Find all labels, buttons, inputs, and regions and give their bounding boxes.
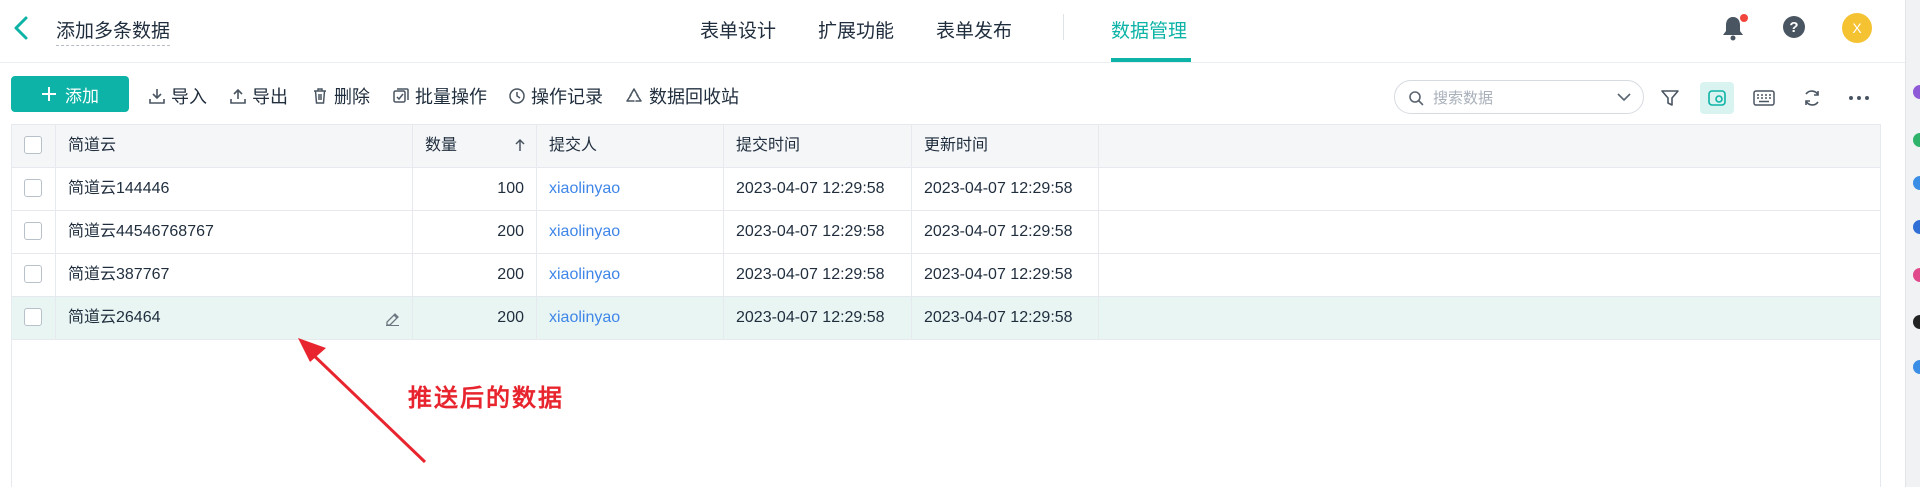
add-button-label: 添加 xyxy=(65,86,99,106)
row-select-cell xyxy=(12,254,56,296)
cell-submitter[interactable]: xiaolinyao xyxy=(537,254,724,296)
table-header-row: 简道云 数量 提交人 提交时间 更新时间 xyxy=(12,125,1880,168)
side-app-icon[interactable] xyxy=(1913,268,1920,282)
export-label: 导出 xyxy=(252,87,288,107)
cell-submit-time: 2023-04-07 12:29:58 xyxy=(724,211,912,253)
recycle-bin-label: 数据回收站 xyxy=(649,87,739,107)
side-app-icon[interactable] xyxy=(1913,220,1920,234)
batch-operation-button[interactable]: 批量操作 xyxy=(392,84,487,108)
row-select-cell xyxy=(12,297,56,339)
side-app-icon[interactable] xyxy=(1913,133,1920,147)
recycle-icon xyxy=(626,88,642,102)
cell-update-time: 2023-04-07 12:29:58 xyxy=(912,254,1099,296)
chevron-down-icon[interactable] xyxy=(1617,92,1631,102)
filter-icon[interactable] xyxy=(1653,82,1687,114)
delete-label: 删除 xyxy=(334,87,370,107)
row-checkbox[interactable] xyxy=(24,222,42,240)
cell-submitter[interactable]: xiaolinyao xyxy=(537,297,724,339)
tab-form-design[interactable]: 表单设计 xyxy=(700,16,776,43)
sort-ascending-icon[interactable] xyxy=(514,138,526,152)
back-button[interactable] xyxy=(8,12,36,44)
cell-qty[interactable]: 200 xyxy=(413,254,537,296)
plus-icon xyxy=(42,87,56,101)
tab-extensions[interactable]: 扩展功能 xyxy=(818,16,894,43)
batch-edit-icon xyxy=(393,88,409,103)
cell-qty[interactable]: 200 xyxy=(413,211,537,253)
row-select-cell xyxy=(12,211,56,253)
table-row[interactable]: 简道云44546768767 200 xiaolinyao 2023-04-07… xyxy=(12,211,1880,254)
card-view-icon[interactable] xyxy=(1700,82,1734,114)
column-header-qty-label: 数量 xyxy=(425,137,458,154)
cell-name[interactable]: 简道云144446 xyxy=(56,168,413,210)
cell-update-time: 2023-04-07 12:29:58 xyxy=(912,297,1099,339)
search-icon xyxy=(1409,91,1424,106)
refresh-icon[interactable] xyxy=(1795,82,1829,114)
search-box[interactable] xyxy=(1394,80,1644,114)
operation-log-label: 操作记录 xyxy=(531,87,603,107)
column-header-submit-time[interactable]: 提交时间 xyxy=(724,125,912,167)
column-header-qty[interactable]: 数量 xyxy=(413,125,537,167)
clock-icon xyxy=(509,88,525,104)
operation-log-button[interactable]: 操作记录 xyxy=(508,84,603,108)
select-all-checkbox[interactable] xyxy=(24,136,42,154)
row-checkbox[interactable] xyxy=(24,308,42,326)
download-icon xyxy=(149,89,165,104)
select-all-cell xyxy=(12,125,56,167)
trash-icon xyxy=(314,88,326,104)
delete-button[interactable]: 删除 xyxy=(311,84,370,108)
keyboard-icon[interactable] xyxy=(1747,82,1781,114)
row-checkbox[interactable] xyxy=(24,179,42,197)
tab-data-management[interactable]: 数据管理 xyxy=(1111,16,1187,43)
side-app-icon[interactable] xyxy=(1913,360,1920,374)
chevron-left-icon xyxy=(14,16,28,40)
cell-qty[interactable]: 200 xyxy=(413,297,537,339)
import-label: 导入 xyxy=(171,87,207,107)
add-button[interactable]: 添加 xyxy=(11,76,129,112)
cell-update-time: 2023-04-07 12:29:58 xyxy=(912,168,1099,210)
side-panel-strip xyxy=(1905,0,1920,487)
recycle-bin-button[interactable]: 数据回收站 xyxy=(624,84,739,108)
svg-text:?: ? xyxy=(1789,19,1798,36)
side-app-icon[interactable] xyxy=(1913,85,1920,99)
cell-update-time: 2023-04-07 12:29:58 xyxy=(912,211,1099,253)
cell-name[interactable]: 简道云387767 xyxy=(56,254,413,296)
row-select-cell xyxy=(12,168,56,210)
cell-qty[interactable]: 100 xyxy=(413,168,537,210)
top-header: 添加多条数据 表单设计 扩展功能 表单发布 数据管理 ? X xyxy=(0,0,1905,63)
active-tab-indicator xyxy=(1111,58,1191,62)
column-header-update-time[interactable]: 更新时间 xyxy=(912,125,1099,167)
search-input[interactable] xyxy=(1431,87,1605,109)
annotation-text: 推送后的数据 xyxy=(408,383,564,412)
side-app-icon[interactable] xyxy=(1913,176,1920,190)
column-header-name[interactable]: 简道云 xyxy=(56,125,413,167)
table-row[interactable]: 简道云144446 100 xiaolinyao 2023-04-07 12:2… xyxy=(12,168,1880,211)
cell-name-text: 简道云26464 xyxy=(68,309,161,326)
cell-submit-time: 2023-04-07 12:29:58 xyxy=(724,254,912,296)
row-checkbox[interactable] xyxy=(24,265,42,283)
cell-submit-time: 2023-04-07 12:29:58 xyxy=(724,168,912,210)
import-button[interactable]: 导入 xyxy=(148,84,207,108)
cell-submitter[interactable]: xiaolinyao xyxy=(537,168,724,210)
edit-icon[interactable] xyxy=(384,310,400,326)
more-icon[interactable] xyxy=(1842,82,1876,114)
cell-submit-time: 2023-04-07 12:29:58 xyxy=(724,297,912,339)
avatar[interactable]: X xyxy=(1842,13,1872,43)
table-row[interactable]: 简道云387767 200 xiaolinyao 2023-04-07 12:2… xyxy=(12,254,1880,297)
side-app-icon[interactable] xyxy=(1913,315,1920,329)
cell-name[interactable]: 简道云44546768767 xyxy=(56,211,413,253)
question-icon[interactable]: ? xyxy=(1782,15,1806,44)
batch-operation-label: 批量操作 xyxy=(415,87,487,107)
upload-icon xyxy=(230,88,246,104)
column-header-submitter[interactable]: 提交人 xyxy=(537,125,724,167)
nav-divider xyxy=(1063,14,1064,40)
export-button[interactable]: 导出 xyxy=(229,84,288,108)
cell-submitter[interactable]: xiaolinyao xyxy=(537,211,724,253)
tab-form-publish[interactable]: 表单发布 xyxy=(936,16,1012,43)
notification-dot xyxy=(1740,14,1748,22)
form-title[interactable]: 添加多条数据 xyxy=(56,16,171,46)
